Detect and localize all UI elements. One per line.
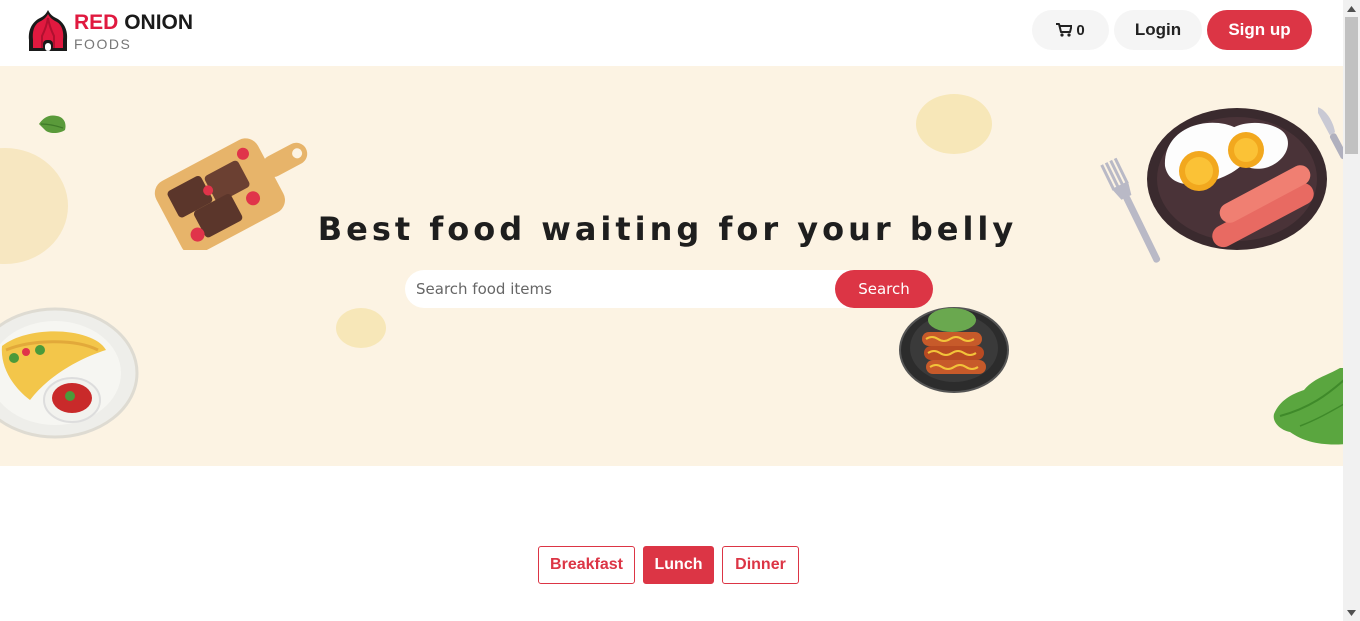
- page-scrollbar[interactable]: [1343, 0, 1360, 621]
- tab-lunch[interactable]: Lunch: [643, 546, 714, 584]
- cart-button[interactable]: 0: [1032, 10, 1109, 50]
- taco-plate-image: [0, 307, 139, 439]
- page: RED ONION FOODS 0 Login Sign up Best foo…: [0, 0, 1343, 621]
- brand-subtitle: FOODS: [74, 36, 132, 52]
- sausage-plate-image: [899, 307, 1009, 393]
- scroll-up-arrow-icon[interactable]: [1343, 0, 1360, 17]
- scroll-down-arrow-icon[interactable]: [1343, 604, 1360, 621]
- tab-breakfast[interactable]: Breakfast: [538, 546, 635, 584]
- tab-dinner[interactable]: Dinner: [722, 546, 799, 584]
- login-button[interactable]: Login: [1114, 10, 1202, 50]
- decorative-blob-top: [916, 94, 992, 154]
- meal-tabs: Breakfast Lunch Dinner: [538, 546, 799, 584]
- decorative-blob-mid: [336, 308, 386, 348]
- onion-logo-icon: [28, 10, 68, 51]
- search-button[interactable]: Search: [835, 270, 933, 308]
- knife-icon: [1318, 106, 1343, 160]
- hero-title: Best food waiting for your belly: [317, 210, 1018, 248]
- navbar: RED ONION FOODS 0 Login Sign up: [0, 0, 1343, 66]
- cart-icon: [1056, 23, 1073, 37]
- search-bar: Search: [405, 270, 933, 308]
- decorative-blob-left: [0, 148, 68, 264]
- brand-name: RED ONION: [74, 11, 194, 34]
- scrollbar-thumb[interactable]: [1345, 17, 1358, 154]
- brand-logo[interactable]: RED ONION FOODS: [26, 8, 196, 54]
- leaf-icon: [39, 115, 66, 133]
- cart-count: 0: [1076, 21, 1085, 39]
- signup-button[interactable]: Sign up: [1207, 10, 1312, 50]
- hero-banner: Best food waiting for your belly Search: [0, 66, 1343, 466]
- lettuce-leaf-icon: [1273, 368, 1343, 445]
